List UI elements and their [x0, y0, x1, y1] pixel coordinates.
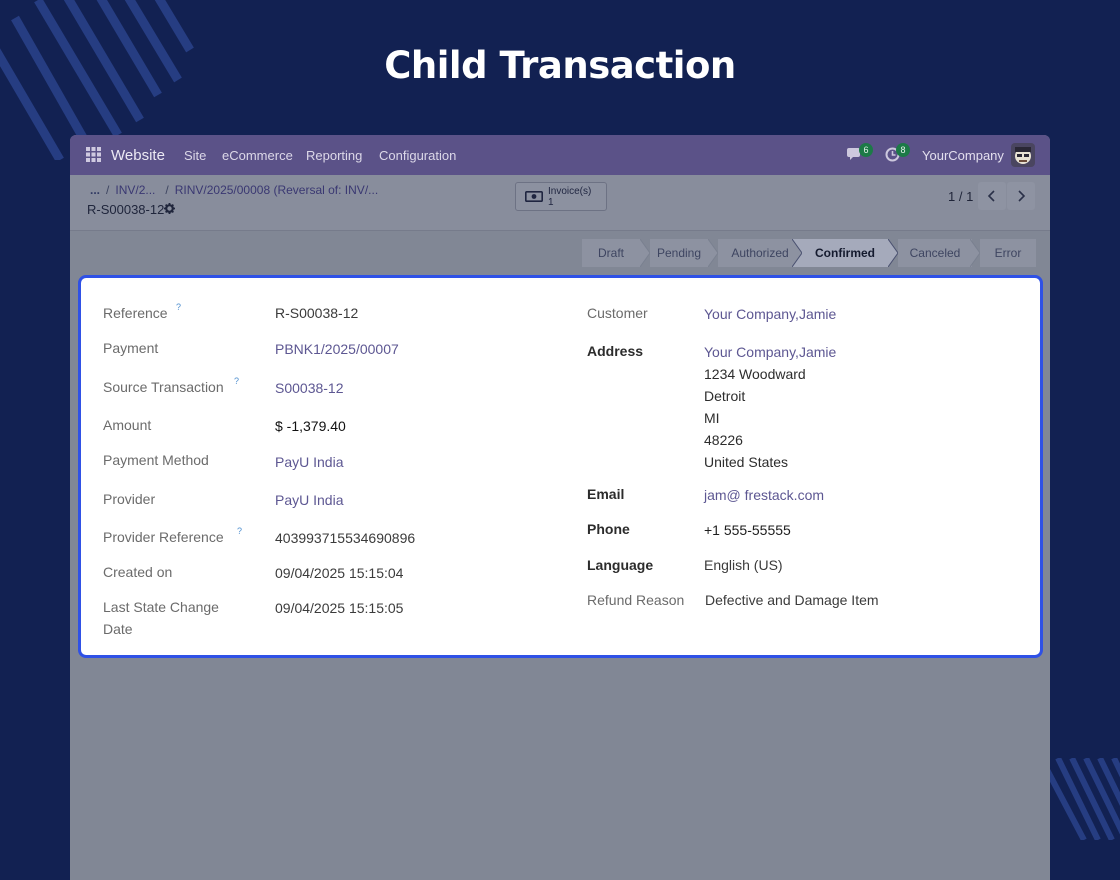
label-reference: Reference — [103, 305, 168, 321]
field-payment-method[interactable]: PayU India — [275, 454, 343, 470]
gear-icon[interactable] — [164, 203, 175, 214]
page-heading: Child Transaction — [384, 44, 736, 87]
pager-value[interactable]: 1 / 1 — [948, 189, 973, 204]
label-refund-reason: Refund Reason — [587, 592, 685, 608]
app-window: Website Site eCommerce Reporting Configu… — [70, 135, 1050, 880]
address-city: Detroit — [704, 388, 746, 404]
navbar: Website Site eCommerce Reporting Configu… — [70, 135, 1050, 175]
help-source-transaction[interactable]: ? — [234, 376, 239, 386]
field-address-name[interactable]: Your Company,Jamie — [704, 344, 836, 360]
help-provider-reference[interactable]: ? — [237, 526, 242, 536]
label-payment: Payment — [103, 340, 159, 356]
label-provider-reference: Provider Reference — [103, 529, 224, 545]
field-provider[interactable]: PayU India — [275, 492, 343, 508]
record-name: R-S00038-12 — [87, 202, 165, 217]
pager-next-button[interactable] — [1007, 182, 1035, 210]
stage-authorized[interactable]: Authorized — [718, 239, 802, 267]
money-bill-icon — [525, 191, 543, 202]
label-provider: Provider — [103, 491, 156, 507]
stage-arrow — [888, 239, 898, 267]
company-switcher[interactable]: YourCompany — [922, 148, 1004, 163]
menu-reporting[interactable]: Reporting — [306, 148, 362, 163]
label-customer: Customer — [587, 305, 648, 321]
avatar[interactable] — [1011, 143, 1035, 167]
field-last-state-change: 09/04/2025 15:15:05 — [275, 600, 404, 616]
stage-pending[interactable]: Pending — [650, 239, 708, 267]
messages-badge: 6 — [859, 143, 873, 157]
grid-icon[interactable] — [86, 147, 101, 162]
stage-error[interactable]: Error — [980, 239, 1036, 267]
app-name[interactable]: Website — [111, 147, 165, 164]
label-payment-method: Payment Method — [103, 452, 209, 468]
field-language: English (US) — [704, 557, 783, 573]
smart-button-label: Invoice(s) — [548, 186, 592, 197]
pager-previous-button[interactable] — [978, 182, 1006, 210]
stage-confirmed[interactable]: Confirmed — [802, 239, 888, 267]
field-customer[interactable]: Your Company,Jamie — [704, 306, 836, 322]
stage-draft[interactable]: Draft — [582, 239, 640, 267]
help-reference[interactable]: ? — [176, 302, 181, 312]
field-created-on: 09/04/2025 15:15:04 — [275, 565, 404, 581]
menu-site[interactable]: Site — [184, 148, 206, 163]
activities-badge: 8 — [896, 143, 910, 157]
smart-button-count: 1 — [548, 197, 554, 208]
invoices-smart-button[interactable]: Invoice(s) 1 — [515, 182, 607, 211]
chevron-left-icon — [987, 190, 995, 202]
field-reference: R-S00038-12 — [275, 305, 359, 321]
field-payment[interactable]: PBNK1/2025/00007 — [275, 341, 399, 357]
label-last-state-change: Last State Change — [103, 599, 219, 615]
stage-arrow — [708, 239, 718, 267]
stage-arrow — [970, 239, 980, 267]
stage-arrow — [792, 239, 802, 267]
address-state: MI — [704, 410, 720, 426]
breadcrumb: ... / INV/2... / RINV/2025/00008 (Reversal o… — [90, 183, 379, 197]
address-zip: 48226 — [704, 432, 743, 448]
stage-canceled[interactable]: Canceled — [898, 239, 972, 267]
label-address: Address — [587, 343, 644, 359]
address-street: 1234 Woodward — [704, 366, 806, 382]
field-amount: $ -1,379.40 — [275, 418, 346, 434]
menu-ecommerce[interactable]: eCommerce — [222, 148, 293, 163]
menu-configuration[interactable]: Configuration — [379, 148, 456, 163]
label-created-on: Created on — [103, 564, 173, 580]
label-language: Language — [587, 557, 654, 573]
label-email: Email — [587, 486, 625, 502]
stage-arrow — [640, 239, 650, 267]
breadcrumb-invoice[interactable]: INV/2... — [115, 183, 155, 197]
label-source-transaction: Source Transaction — [103, 379, 224, 395]
field-refund-reason: Defective and Damage Item — [705, 592, 879, 608]
address-country: United States — [704, 454, 789, 470]
control-panel: ... / INV/2... / RINV/2025/00008 (Reversal o… — [70, 175, 1050, 231]
breadcrumb-reversal[interactable]: RINV/2025/00008 (Reversal of: INV/... — [175, 183, 378, 197]
breadcrumb-more[interactable]: ... — [90, 183, 100, 197]
field-phone: +1 555-55555 — [704, 522, 791, 538]
label-amount: Amount — [103, 417, 152, 433]
label-last-state-change-line2: Date — [103, 621, 133, 637]
decorative-stripes-bottom-right — [1048, 758, 1120, 840]
transaction-form: Reference ? R-S00038-12 Payment PBNK1/20… — [78, 275, 1043, 658]
label-phone: Phone — [587, 521, 630, 537]
chevron-right-icon — [1018, 190, 1026, 202]
field-email[interactable]: jam@ frestack.com — [704, 487, 824, 503]
field-provider-reference: 403993715534690896 — [275, 530, 416, 546]
field-source-transaction[interactable]: S00038-12 — [275, 380, 344, 396]
